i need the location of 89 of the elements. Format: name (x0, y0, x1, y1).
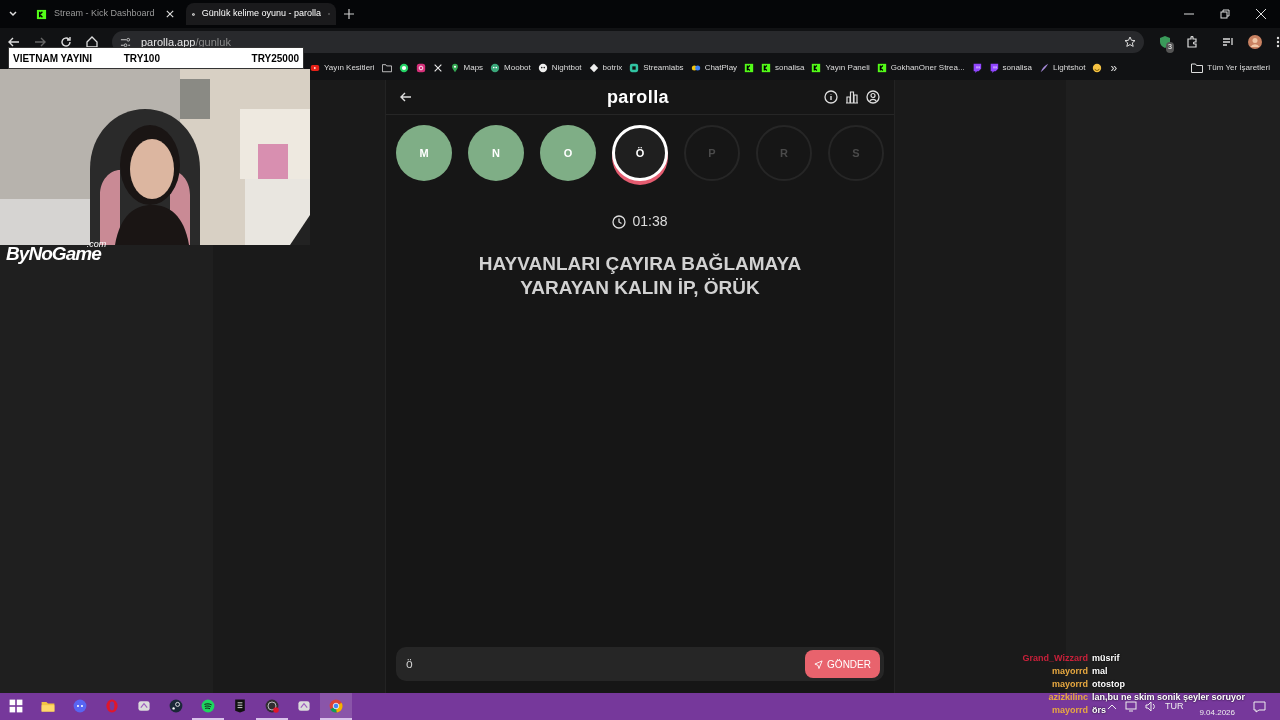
menu-icon[interactable] (1276, 36, 1280, 48)
more-bookmarks-button[interactable]: » (1110, 59, 1118, 77)
chrome-icon (328, 697, 344, 714)
robot-icon (537, 63, 548, 73)
chat-bubble-icon[interactable] (398, 63, 409, 73)
back-icon[interactable] (8, 36, 20, 48)
url-text: parolla.app/gunluk (141, 34, 231, 50)
browser-tab[interactable]: Stream - Kick Dashboard (30, 3, 180, 25)
sound-waves-icon (200, 697, 216, 714)
chat-message: örs (1092, 703, 1106, 717)
streamlabs-icon (629, 63, 640, 73)
back-arrow-icon[interactable] (400, 91, 412, 103)
kick-logo-icon[interactable] (744, 63, 755, 73)
diamond-icon (588, 63, 599, 73)
x-logo-icon[interactable] (432, 63, 443, 73)
chat-message: mal (1092, 664, 1108, 678)
site-settings-icon[interactable] (120, 36, 131, 48)
bookmark[interactable]: Nightbot (537, 62, 582, 74)
reload-icon[interactable] (60, 36, 72, 48)
bookmark[interactable]: Streamlabs (629, 62, 684, 74)
twitch-logo-icon[interactable] (971, 63, 982, 73)
chat-username: azizkilinc (1047, 690, 1088, 704)
send-icon (814, 659, 824, 669)
play-icon (310, 63, 320, 73)
home-icon[interactable] (86, 36, 98, 48)
robot-icon (490, 63, 501, 73)
forward-icon[interactable] (34, 36, 46, 48)
chat-username: mayorrd (1051, 677, 1088, 691)
ring-icon (104, 697, 120, 714)
bookmark[interactable]: sonalisa (761, 62, 805, 74)
star-icon[interactable] (1124, 36, 1136, 48)
avatar-icon[interactable] (1248, 35, 1262, 49)
answer-field[interactable]: ö GÖNDER (396, 647, 884, 681)
banner-text: TRY100 (123, 51, 160, 66)
folder-icon (1191, 63, 1204, 73)
clock-icon (612, 214, 627, 229)
close-icon[interactable] (1256, 9, 1266, 19)
kick-logo-icon (761, 63, 772, 73)
notification-icon[interactable] (1253, 700, 1266, 713)
user-icon[interactable] (866, 90, 880, 104)
bookmark[interactable]: sonalisa (988, 62, 1032, 74)
puzzle-icon[interactable] (1186, 36, 1198, 48)
game-controller-icon (72, 697, 88, 714)
info-icon[interactable] (824, 90, 838, 104)
chat-username: mayorrd (1051, 664, 1088, 678)
clock-date[interactable]: 9.04.2026 (1199, 706, 1235, 719)
address-bar[interactable]: parolla.app/gunluk (112, 31, 1144, 53)
record-icon (264, 697, 280, 714)
windows-logo-icon (8, 697, 24, 714)
folder-icon[interactable] (381, 63, 392, 73)
twitch-logo-icon (988, 63, 999, 73)
media-queue-icon[interactable] (1222, 36, 1234, 48)
new-tab-icon[interactable] (344, 9, 354, 19)
bookmark[interactable]: Moobot (490, 62, 531, 74)
steam-icon (168, 697, 184, 714)
tab-list-icon[interactable] (8, 9, 18, 19)
network-icon[interactable] (1124, 701, 1137, 712)
bookmark[interactable]: Yayın Kesitleri (310, 62, 375, 74)
all-bookmarks-link[interactable]: Tüm Yer İşaretleri (1207, 62, 1270, 74)
chat-username: mayorrd (1051, 703, 1088, 717)
browser-tab[interactable]: Günlük kelime oyunu - parolla (186, 3, 336, 25)
timer: 01:38 (632, 212, 668, 231)
logo-text: ByNoGame .com (6, 240, 107, 266)
circles-icon (690, 63, 701, 73)
bookmark[interactable]: Yayın Paneli (811, 62, 870, 74)
bookmark[interactable]: Maps (449, 62, 484, 74)
camera-icon[interactable] (415, 63, 426, 73)
app-title: parolla (605, 85, 670, 109)
speaker-icon[interactable] (1144, 701, 1157, 712)
chevron-up-icon[interactable] (1106, 702, 1117, 711)
kick-logo-icon (36, 8, 47, 20)
answer-input[interactable]: ö (406, 655, 806, 673)
kick-logo-icon (876, 63, 887, 73)
chat-message: otostop (1092, 677, 1125, 691)
shield-icon (232, 697, 248, 714)
question-text: HAYVANLARI ÇAYIRA BAĞLAMAYA YARAYAN KALIN İP, ÖRÜK (477, 252, 803, 300)
bar-chart-icon[interactable] (845, 90, 859, 104)
bookmark[interactable]: GokhanOner Strea... (876, 62, 965, 74)
chat-message: müsrif (1092, 651, 1120, 665)
restore-icon[interactable] (1220, 9, 1230, 19)
emoji-icon[interactable] (1092, 63, 1103, 73)
bookmark[interactable]: ChatPlay (690, 62, 738, 74)
bookmark[interactable]: botrix (588, 62, 623, 74)
banner-text: VIETNAM YAYINI (13, 51, 93, 66)
kick-logo-icon (811, 63, 822, 73)
banner-text: TRY25000 (251, 51, 299, 66)
chat-username: Grand_Wizzard (1021, 651, 1088, 665)
map-pin-icon (449, 63, 460, 73)
bookmark[interactable]: Lightshot (1038, 62, 1086, 74)
